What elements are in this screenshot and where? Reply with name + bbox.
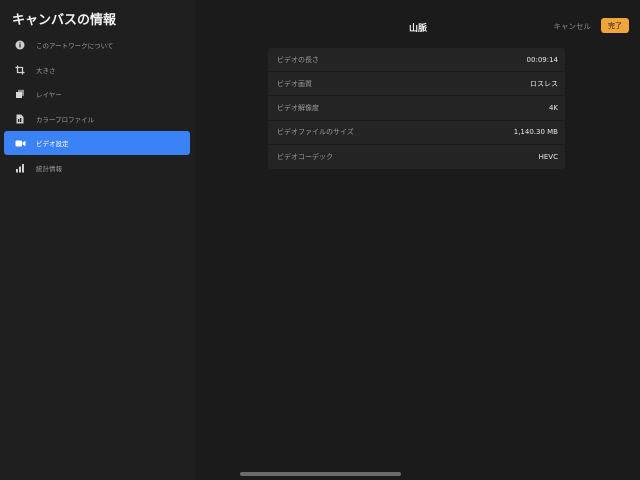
done-button[interactable]: 完了: [601, 18, 629, 33]
sidebar-item-label: 統計情報: [36, 164, 62, 173]
video-file-size-label: ビデオファイルのサイズ: [277, 128, 354, 137]
video-camera-icon: [13, 136, 27, 150]
video-quality-value: ロスレス: [530, 79, 558, 88]
sidebar-item-statistics[interactable]: 統計情報: [4, 156, 190, 180]
sidebar-item-video-settings[interactable]: ビデオ設定: [4, 131, 190, 155]
home-indicator[interactable]: [240, 472, 401, 476]
video-codec-label: ビデオコーデック: [277, 152, 333, 161]
color-profile-icon: [13, 112, 27, 126]
table-row: ビデオ画質 ロスレス: [268, 72, 565, 97]
video-file-size-value: 1,140.30 MB: [513, 128, 558, 137]
sidebar-item-layers[interactable]: レイヤー: [4, 82, 190, 106]
info-icon: [13, 38, 27, 52]
video-resolution-value: 4K: [548, 103, 558, 112]
sidebar-item-label: このアートワークについて: [36, 42, 114, 50]
video-resolution-label: ビデオ解像度: [277, 103, 319, 112]
sidebar-item-size[interactable]: 大きさ: [4, 58, 190, 82]
crop-icon: [13, 63, 27, 77]
sidebar-item-label: ビデオ設定: [36, 140, 69, 148]
sidebar: キャンバスの情報 このアートワークについて 大きさ レイヤー カラープロファイル: [0, 0, 196, 480]
table-row: ビデオ解像度 4K: [268, 96, 565, 121]
video-length-label: ビデオの長さ: [277, 55, 319, 64]
video-codec-value: HEVC: [538, 152, 558, 161]
video-quality-label: ビデオ画質: [277, 79, 312, 88]
table-row: ビデオの長さ 00:09:14: [268, 48, 565, 73]
table-row: ビデオファイルのサイズ 1,140.30 MB: [268, 121, 565, 145]
sidebar-nav: このアートワークについて 大きさ レイヤー カラープロファイル ビデオ設定 統計…: [4, 33, 190, 180]
layers-icon: [13, 87, 27, 101]
sidebar-item-label: カラープロファイル: [36, 115, 95, 124]
sidebar-item-color-profile[interactable]: カラープロファイル: [4, 107, 190, 131]
table-row: ビデオコーデック HEVC: [268, 145, 565, 169]
bar-chart-icon: [13, 161, 27, 175]
video-length-value: 00:09:14: [526, 55, 558, 64]
sidebar-item-about-artwork[interactable]: このアートワークについて: [4, 33, 190, 57]
sidebar-item-label: レイヤー: [36, 91, 62, 99]
sidebar-title: キャンバスの情報: [12, 13, 117, 28]
cancel-button[interactable]: キャンセル: [554, 21, 592, 32]
sidebar-item-label: 大きさ: [36, 66, 56, 75]
main-panel: 山脈 キャンセル 完了 ビデオの長さ 00:09:14 ビデオ画質 ロスレス ビ…: [196, 0, 640, 480]
video-info-table: ビデオの長さ 00:09:14 ビデオ画質 ロスレス ビデオ解像度 4K ビデオ…: [268, 48, 565, 169]
